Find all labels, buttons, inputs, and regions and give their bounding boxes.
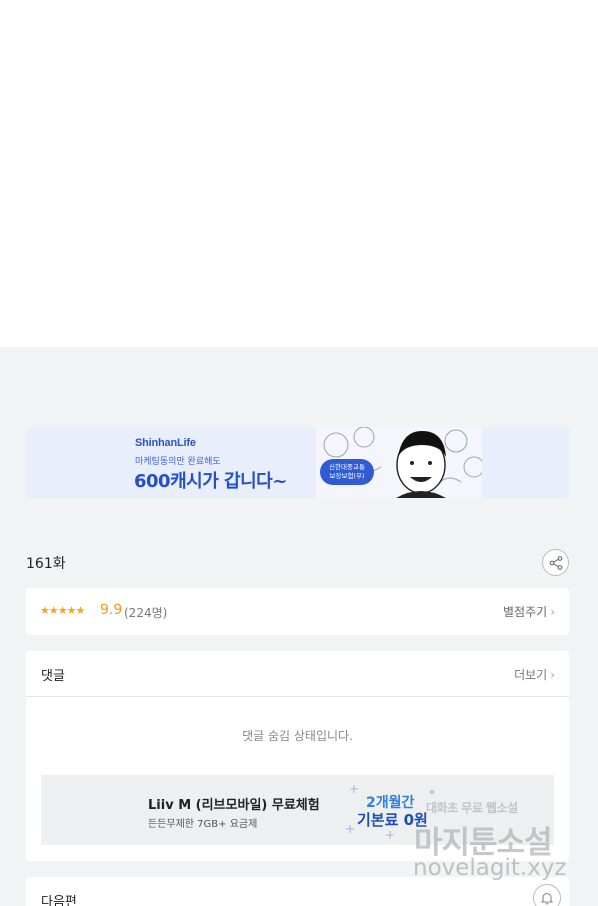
comments-header: 댓글 더보기 › bbox=[26, 651, 569, 697]
rating-stars-icon: ★★★★★ bbox=[40, 604, 85, 617]
promo-subtitle: 든든무제한 7GB+ 요금제 bbox=[148, 819, 258, 830]
rate-button[interactable]: 별점주기 › bbox=[503, 603, 555, 620]
rate-button-label: 별점주기 bbox=[503, 605, 548, 619]
rating-votes: (224명) bbox=[124, 606, 168, 620]
comments-card: 댓글 더보기 › 댓글 숨김 상태입니다. Liiv M (리브모바일) 무료체험… bbox=[26, 651, 569, 861]
promo-banner-liivm[interactable]: Liiv M (리브모바일) 무료체험 든든무제한 7GB+ 요금제 2개월간 … bbox=[41, 775, 554, 845]
ad-subtitle: 마케팅동의만 완료해도 bbox=[135, 457, 221, 467]
next-episode-card[interactable]: 다음편 bbox=[26, 877, 569, 906]
episode-title: 161화 bbox=[26, 556, 66, 572]
comments-more-button[interactable]: 더보기 › bbox=[514, 666, 555, 683]
promo-highlight-2: 기본료 0원 bbox=[357, 811, 428, 829]
rating-card: ★★★★★ 9.9 (224명) 별점주기 › bbox=[26, 588, 569, 635]
comments-more-label: 더보기 bbox=[514, 668, 548, 682]
notification-button[interactable] bbox=[533, 884, 561, 906]
bell-icon bbox=[540, 892, 554, 905]
ad-badge: 신한대중교통 보장보험(무) bbox=[320, 459, 374, 485]
share-icon bbox=[549, 555, 562, 570]
chevron-right-icon: › bbox=[550, 605, 555, 619]
comments-title: 댓글 bbox=[41, 669, 65, 684]
content-area bbox=[0, 0, 598, 347]
rating-score: 9.9 bbox=[100, 602, 123, 618]
chevron-right-icon: › bbox=[550, 668, 555, 682]
ad-banner-shinhanlife[interactable]: ShinhanLife 마케팅동의만 완료해도 600캐시가 갑니다~ 신한대중… bbox=[26, 427, 569, 498]
ad-headline: 600캐시가 갑니다~ bbox=[134, 471, 287, 492]
next-episode-title: 다음편 bbox=[41, 895, 77, 906]
share-button[interactable] bbox=[542, 549, 569, 576]
comments-hidden-message: 댓글 숨김 상태입니다. bbox=[242, 729, 353, 743]
promo-title: Liiv M (리브모바일) 무료체험 bbox=[148, 798, 320, 813]
ad-brand: ShinhanLife bbox=[135, 437, 196, 449]
